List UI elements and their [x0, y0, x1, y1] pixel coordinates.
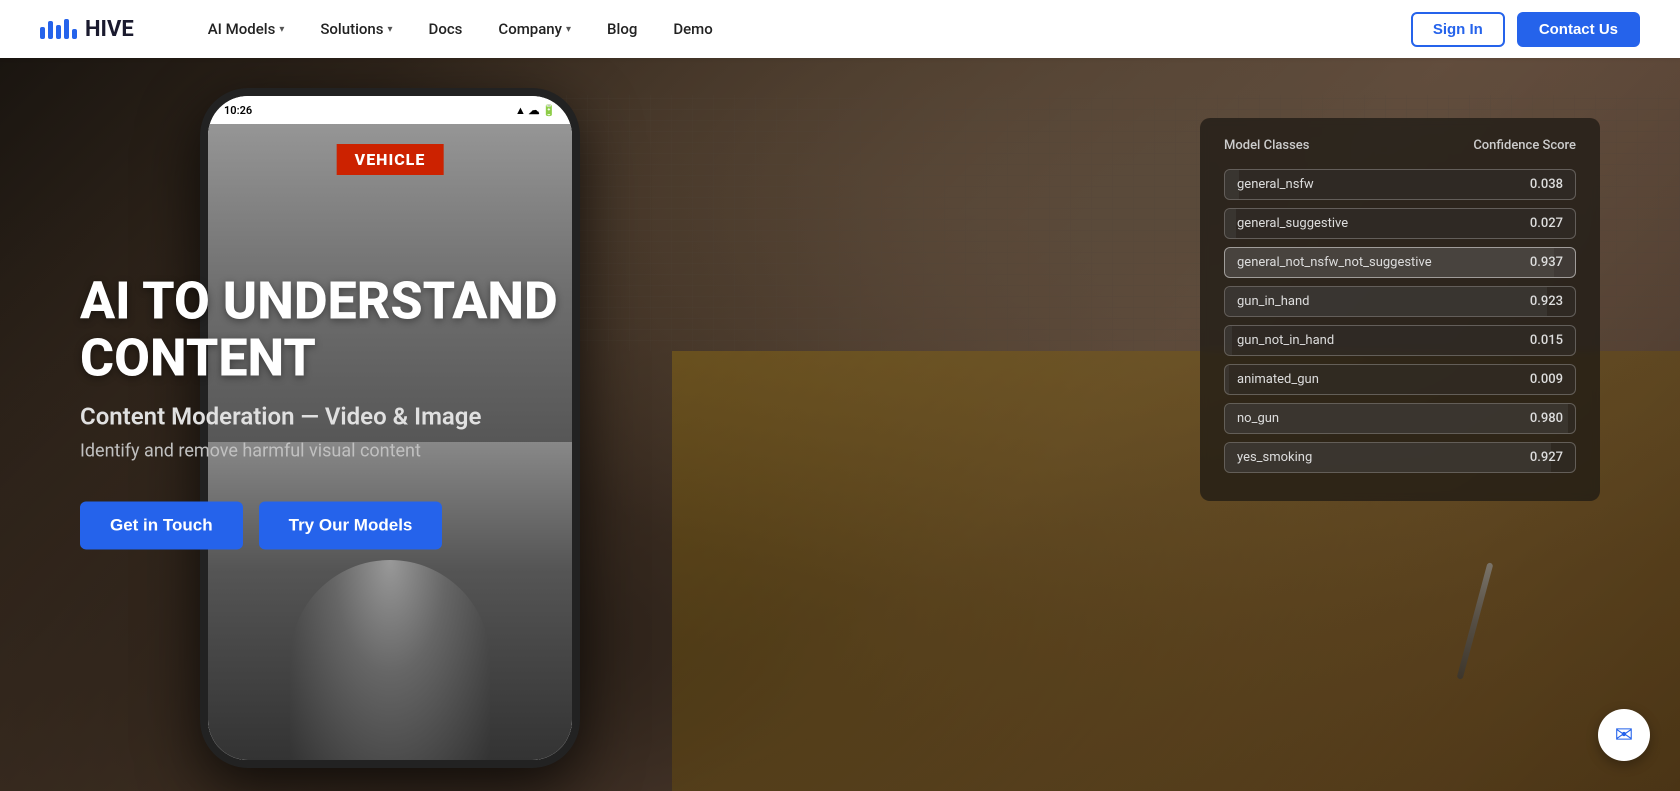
model-panel-header: Model Classes Confidence Score [1224, 138, 1576, 153]
nav-label-solutions: Solutions [320, 20, 383, 38]
model-classes-panel: Model Classes Confidence Score general_n… [1200, 118, 1600, 501]
nav-item-company[interactable]: Company ▾ [484, 14, 585, 44]
model-class-name: gun_in_hand [1237, 294, 1309, 309]
nav-item-solutions[interactable]: Solutions ▾ [306, 14, 406, 44]
model-row: animated_gun 0.009 [1224, 364, 1576, 395]
person-silhouette [290, 560, 490, 760]
model-row: general_nsfw 0.038 [1224, 169, 1576, 200]
model-row: general_suggestive 0.027 [1224, 208, 1576, 239]
phone-status-icons: ▲ ☁ 🔋 [515, 104, 556, 117]
hero-section: 10:26 ▲ ☁ 🔋 VEHICLE ♡ ○ △ 3,734 likes el… [0, 58, 1680, 791]
model-class-name: general_suggestive [1237, 216, 1348, 231]
chevron-down-icon: ▾ [388, 24, 393, 35]
model-row-inner-1: general_suggestive 0.027 [1224, 208, 1576, 239]
model-row: gun_not_in_hand 0.015 [1224, 325, 1576, 356]
model-row: gun_in_hand 0.923 [1224, 286, 1576, 317]
model-row-inner-5: animated_gun 0.009 [1224, 364, 1576, 395]
model-row: no_gun 0.980 [1224, 403, 1576, 434]
model-confidence-score: 0.027 [1530, 216, 1563, 231]
nav-actions: Sign In Contact Us [1411, 12, 1640, 47]
contact-us-button[interactable]: Contact Us [1517, 12, 1640, 47]
nav-label-company: Company [498, 20, 562, 38]
model-class-name: yes_smoking [1237, 450, 1312, 465]
logo-bar-5 [72, 29, 77, 39]
navbar: HIVE AI Models ▾ Solutions ▾ Docs Compan… [0, 0, 1680, 58]
chevron-down-icon: ▾ [279, 24, 284, 35]
chevron-down-icon: ▾ [566, 24, 571, 35]
model-class-name: no_gun [1237, 411, 1279, 426]
logo[interactable]: HIVE [40, 17, 134, 42]
model-rows-container: general_nsfw 0.038 general_suggestive 0.027… [1224, 169, 1576, 473]
nav-label-ai-models: AI Models [208, 20, 276, 38]
model-classes-column-header: Model Classes [1224, 138, 1309, 153]
phone-time: 10:26 [224, 104, 252, 117]
try-our-models-button[interactable]: Try Our Models [259, 501, 443, 549]
logo-bar-3 [56, 25, 61, 39]
nav-label-blog: Blog [607, 20, 637, 38]
chat-button[interactable]: ✉ [1598, 709, 1650, 761]
nav-item-docs[interactable]: Docs [415, 14, 477, 44]
hero-buttons: Get in Touch Try Our Models [80, 501, 760, 549]
nav-item-demo[interactable]: Demo [659, 14, 726, 44]
model-confidence-score: 0.923 [1530, 294, 1563, 309]
hero-title: AI TO UNDERSTAND CONTENT [80, 272, 760, 386]
hero-content: AI TO UNDERSTAND CONTENT Content Moderat… [80, 272, 760, 549]
model-row-inner-2: general_not_nsfw_not_suggestive 0.937 [1224, 247, 1576, 278]
sign-in-button[interactable]: Sign In [1411, 12, 1505, 47]
model-row-inner-7: yes_smoking 0.927 [1224, 442, 1576, 473]
nav-item-blog[interactable]: Blog [593, 14, 651, 44]
model-class-name: general_nsfw [1237, 177, 1314, 192]
nav-label-docs: Docs [429, 20, 463, 38]
model-confidence-score: 0.038 [1530, 177, 1563, 192]
model-confidence-score: 0.009 [1530, 372, 1563, 387]
logo-icon [40, 19, 77, 39]
model-confidence-score: 0.980 [1530, 411, 1563, 426]
vehicle-detection-label: VEHICLE [337, 144, 444, 175]
model-row-inner-4: gun_not_in_hand 0.015 [1224, 325, 1576, 356]
model-row: general_not_nsfw_not_suggestive 0.937 [1224, 247, 1576, 278]
confidence-score-column-header: Confidence Score [1473, 138, 1576, 153]
model-class-name: general_not_nsfw_not_suggestive [1237, 255, 1432, 270]
model-confidence-score: 0.937 [1530, 255, 1563, 270]
logo-bar-1 [40, 27, 45, 39]
model-confidence-score: 0.927 [1530, 450, 1563, 465]
model-class-name: gun_not_in_hand [1237, 333, 1334, 348]
model-confidence-score: 0.015 [1530, 333, 1563, 348]
model-row-inner-6: no_gun 0.980 [1224, 403, 1576, 434]
logo-bar-4 [64, 19, 69, 39]
hero-subtitle: Content Moderation — Video & Image [80, 402, 760, 430]
logo-text: HIVE [85, 17, 134, 42]
model-class-name: animated_gun [1237, 372, 1319, 387]
model-row-inner-0: general_nsfw 0.038 [1224, 169, 1576, 200]
chat-icon: ✉ [1615, 723, 1633, 748]
model-row: yes_smoking 0.927 [1224, 442, 1576, 473]
phone-status-bar: 10:26 ▲ ☁ 🔋 [208, 96, 572, 124]
nav-links: AI Models ▾ Solutions ▾ Docs Company ▾ B… [194, 14, 1411, 44]
hero-description: Identify and remove harmful visual conte… [80, 440, 760, 461]
logo-bar-2 [48, 21, 53, 39]
model-row-inner-3: gun_in_hand 0.923 [1224, 286, 1576, 317]
get-in-touch-button[interactable]: Get in Touch [80, 501, 243, 549]
nav-item-ai-models[interactable]: AI Models ▾ [194, 14, 299, 44]
nav-label-demo: Demo [673, 20, 712, 38]
